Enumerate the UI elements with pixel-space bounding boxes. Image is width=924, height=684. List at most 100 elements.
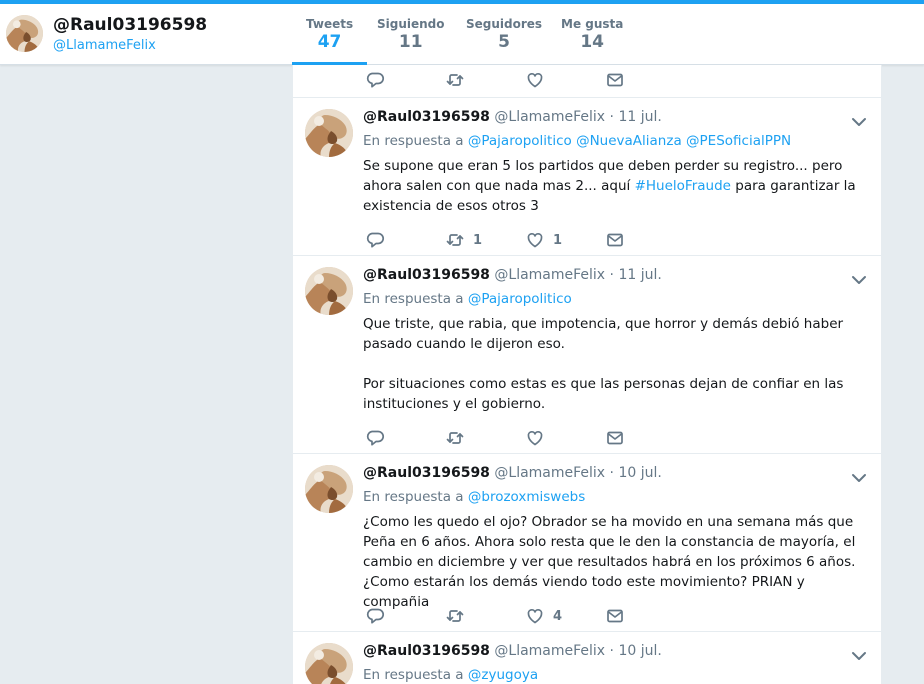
tweet-author-name[interactable]: @Raul03196598	[363, 643, 490, 659]
tweet-actions	[355, 70, 695, 90]
tweet-header: @Raul03196598 @LlamameFelix · 10 jul.	[363, 465, 662, 481]
tweet[interactable]: @Raul03196598 @LlamameFelix · 11 jul. En…	[293, 255, 881, 454]
reply-context: En respuesta a @zyugoya	[363, 667, 538, 683]
tweet-menu-button[interactable]	[849, 112, 869, 136]
tweet-author-name[interactable]: @Raul03196598	[363, 267, 490, 283]
tweet-header: @Raul03196598 @LlamameFelix · 10 jul.	[363, 643, 662, 659]
like-button[interactable]: 4	[525, 606, 562, 626]
envelope-icon	[607, 609, 623, 623]
reply-icon	[366, 608, 385, 624]
envelope-icon	[607, 73, 623, 87]
message-button[interactable]	[605, 606, 625, 626]
stat-label: Siguiendo	[377, 17, 445, 31]
retweet-icon	[446, 432, 464, 444]
tweet-author-handle[interactable]: @LlamameFelix	[494, 267, 605, 283]
stat-following[interactable]: Siguiendo 11	[377, 17, 445, 52]
stat-likes[interactable]: Me gusta 14	[561, 17, 623, 52]
tweet-avatar[interactable]	[305, 465, 353, 513]
heart-icon	[527, 608, 543, 624]
tweet[interactable]: @Raul03196598 @LlamameFelix · 10 jul. En…	[293, 453, 881, 632]
reply-context: En respuesta a @Pajaropolitico @NuevaAli…	[363, 133, 791, 149]
retweet-button[interactable]	[445, 606, 473, 626]
tweet-date[interactable]: 10 jul.	[618, 643, 661, 659]
heart-icon	[527, 430, 543, 446]
profile-name[interactable]: @Raul03196598	[53, 15, 207, 35]
tweet-text: ¿Como les quedo el ojo? Obrador se ha mo…	[363, 514, 856, 610]
profile-header-bar: @Raul03196598 @LlamameFelix Tweets 47 Si…	[0, 4, 924, 65]
chevron-down-icon	[852, 118, 866, 126]
tweet-actions: 4	[355, 606, 695, 626]
retweet-button[interactable]	[445, 428, 473, 448]
envelope-icon	[607, 233, 623, 247]
stat-tweets[interactable]: Tweets 47	[291, 17, 368, 65]
retweet-icon	[446, 610, 464, 622]
reply-prefix: En respuesta a	[363, 291, 464, 307]
tweet-author-handle[interactable]: @LlamameFelix	[494, 109, 605, 125]
tweet-menu-button[interactable]	[849, 646, 869, 670]
reply-button[interactable]	[365, 606, 385, 626]
hashtag-link[interactable]: #HueloFraude	[635, 178, 731, 194]
tweet-text: Se supone que eran 5 los partidos que de…	[363, 156, 863, 216]
stat-value: 5	[498, 32, 510, 52]
stat-followers[interactable]: Seguidores 5	[466, 17, 542, 52]
heart-icon	[527, 232, 543, 248]
like-button[interactable]	[525, 428, 553, 448]
tweet-stream[interactable]: @Raul03196598 @LlamameFelix · 11 jul. En…	[292, 65, 882, 684]
tweet-author-name[interactable]: @Raul03196598	[363, 465, 490, 481]
retweet-button[interactable]: 1	[445, 230, 482, 250]
tweet-author-handle[interactable]: @LlamameFelix	[494, 465, 605, 481]
tweet-menu-button[interactable]	[849, 468, 869, 492]
mention-link[interactable]: @brozoxmiswebs	[468, 489, 585, 505]
tweet-avatar[interactable]	[305, 267, 353, 315]
retweet-button[interactable]	[445, 70, 465, 90]
stat-label: Seguidores	[466, 17, 543, 31]
mention-link[interactable]: @Pajaropolitico	[468, 291, 572, 307]
tweet-date[interactable]: 11 jul.	[618, 267, 661, 283]
message-button[interactable]	[605, 428, 625, 448]
heart-icon	[527, 72, 543, 88]
stat-label: Me gusta	[561, 17, 624, 31]
mention-link[interactable]: @Pajaropolitico	[468, 133, 572, 149]
tweet-actions: 1 1	[355, 230, 695, 250]
tweet-author-name[interactable]: @Raul03196598	[363, 109, 490, 125]
like-button[interactable]: 1	[525, 230, 562, 250]
tweet-menu-button[interactable]	[849, 270, 869, 294]
reply-prefix: En respuesta a	[363, 489, 464, 505]
tweet-header: @Raul03196598 @LlamameFelix · 11 jul.	[363, 267, 662, 283]
separator-dot: ·	[609, 109, 614, 125]
reply-prefix: En respuesta a	[363, 667, 464, 683]
tweet-avatar[interactable]	[305, 109, 353, 157]
tweet-author-handle[interactable]: @LlamameFelix	[494, 643, 605, 659]
tweet-date[interactable]: 10 jul.	[618, 465, 661, 481]
like-button[interactable]	[525, 70, 545, 90]
mention-link[interactable]: @PESoficialPPN	[686, 133, 791, 149]
profile-handle[interactable]: @LlamameFelix	[53, 38, 156, 53]
reply-button[interactable]	[365, 70, 385, 90]
reply-icon	[366, 232, 385, 248]
mention-link[interactable]: @NuevaAlianza	[576, 133, 682, 149]
mention-link[interactable]: @zyugoya	[468, 667, 538, 683]
tweet-text: Que triste, que rabia, que impotencia, q…	[363, 314, 863, 414]
message-button[interactable]	[605, 230, 625, 250]
like-count: 1	[553, 232, 563, 248]
reply-button[interactable]	[365, 428, 385, 448]
reply-button[interactable]	[365, 230, 385, 250]
tweet-date[interactable]: 11 jul.	[618, 109, 661, 125]
reply-icon	[366, 430, 385, 446]
reply-context: En respuesta a @brozoxmiswebs	[363, 489, 585, 505]
tweet[interactable]: @Raul03196598 @LlamameFelix · 10 jul. En…	[293, 631, 881, 684]
chevron-down-icon	[852, 474, 866, 482]
tweet-paragraph: Que triste, que rabia, que impotencia, q…	[363, 316, 844, 352]
retweet-icon	[446, 234, 464, 246]
separator-dot: ·	[609, 267, 614, 283]
stat-value: 11	[398, 32, 423, 52]
reply-context: En respuesta a @Pajaropolitico	[363, 291, 572, 307]
retweet-icon	[446, 74, 464, 86]
tweet[interactable]: @Raul03196598 @LlamameFelix · 11 jul. En…	[293, 97, 881, 256]
tweet-header: @Raul03196598 @LlamameFelix · 11 jul.	[363, 109, 662, 125]
chevron-down-icon	[852, 652, 866, 660]
profile-avatar[interactable]	[6, 15, 43, 52]
tweet-avatar[interactable]	[305, 643, 353, 684]
stat-label: Tweets	[306, 17, 354, 31]
message-button[interactable]	[605, 70, 625, 90]
